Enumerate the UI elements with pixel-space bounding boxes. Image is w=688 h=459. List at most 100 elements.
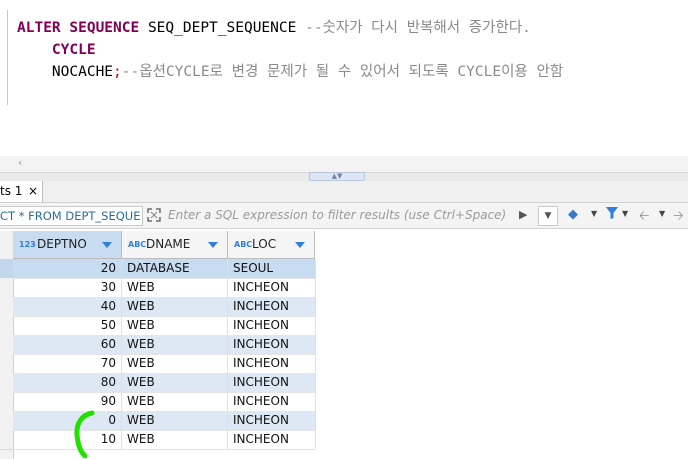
row-number-cell[interactable] bbox=[0, 335, 13, 355]
cell-loc-value: SEOUL bbox=[233, 261, 274, 275]
column-header-deptno[interactable]: 123 DEPTNO bbox=[13, 231, 122, 259]
column-header-label: DNAME bbox=[146, 237, 191, 251]
cell-dname-value: DATABASE bbox=[127, 261, 190, 275]
sql-text: NOCACHE bbox=[51, 64, 114, 80]
chevron-down-icon[interactable]: ▼ bbox=[659, 209, 665, 218]
sql-code[interactable]: ALTER SEQUENCE SEQ_DEPT_SEQUENCE --숫자가 다… bbox=[17, 17, 563, 83]
column-header-label: DEPTNO bbox=[37, 237, 87, 251]
table-row[interactable]: 0 WEB INCHEON bbox=[13, 411, 316, 431]
cell-loc[interactable]: INCHEON bbox=[228, 430, 316, 449]
row-number-cell[interactable] bbox=[0, 411, 13, 431]
chevron-down-icon[interactable] bbox=[102, 242, 112, 248]
chevron-down-icon[interactable] bbox=[295, 242, 305, 248]
cell-dname[interactable]: WEB bbox=[122, 392, 228, 411]
row-number-cell[interactable] bbox=[0, 316, 13, 336]
row-number-cell[interactable] bbox=[0, 278, 13, 298]
cell-dname-value: WEB bbox=[127, 318, 155, 332]
eraser-icon[interactable]: ◆ bbox=[568, 207, 578, 222]
editor-horizontal-scrollbar[interactable] bbox=[0, 156, 688, 172]
row-number-cell[interactable] bbox=[0, 373, 13, 393]
expand-icon[interactable] bbox=[146, 207, 162, 223]
results-grid[interactable]: 123 DEPTNO ABC DNAME ABC LOC 20 DATABASE S… bbox=[0, 231, 688, 459]
table-row[interactable]: 90 WEB INCHEON bbox=[13, 392, 316, 412]
text-type-icon: ABC bbox=[128, 240, 147, 249]
table-row[interactable]: 60 WEB INCHEON bbox=[13, 335, 316, 355]
cell-loc[interactable]: INCHEON bbox=[228, 411, 316, 430]
cell-dname[interactable]: WEB bbox=[122, 411, 228, 430]
scroll-left-icon[interactable]: ‹ bbox=[18, 156, 22, 169]
cell-dname[interactable]: WEB bbox=[122, 430, 228, 449]
cell-deptno-value: 90 bbox=[100, 394, 116, 408]
table-row[interactable]: 70 WEB INCHEON bbox=[13, 354, 316, 374]
row-number-cell[interactable] bbox=[0, 297, 13, 317]
cell-deptno[interactable]: 60 bbox=[13, 335, 122, 354]
cell-deptno[interactable]: 70 bbox=[13, 354, 122, 373]
funnel-icon[interactable] bbox=[605, 206, 619, 220]
cell-dname[interactable]: WEB bbox=[122, 354, 228, 373]
table-row[interactable]: 10 WEB INCHEON bbox=[13, 430, 316, 450]
table-row[interactable]: 20 DATABASE SEOUL bbox=[13, 259, 316, 279]
cell-dname-value: WEB bbox=[127, 280, 155, 294]
cell-dname[interactable]: WEB bbox=[122, 335, 228, 354]
arrow-left-icon[interactable]: 🡠 bbox=[639, 207, 650, 229]
chevron-down-icon[interactable]: ▼ bbox=[591, 209, 597, 218]
history-dropdown[interactable]: ▼ bbox=[538, 206, 558, 226]
cell-dname-value: WEB bbox=[127, 394, 155, 408]
cell-loc-value: INCHEON bbox=[233, 337, 289, 351]
cell-loc[interactable]: INCHEON bbox=[228, 373, 316, 392]
cell-deptno-value: 10 bbox=[100, 432, 116, 446]
cell-loc[interactable]: INCHEON bbox=[228, 297, 316, 316]
cell-deptno[interactable]: 0 bbox=[13, 411, 122, 430]
cell-loc[interactable]: INCHEON bbox=[228, 335, 316, 354]
sql-editor[interactable]: ALTER SEQUENCE SEQ_DEPT_SEQUENCE --숫자가 다… bbox=[0, 0, 688, 158]
close-icon[interactable]: × bbox=[28, 181, 38, 202]
cell-loc[interactable]: INCHEON bbox=[228, 316, 316, 335]
play-icon[interactable]: ▶ bbox=[519, 208, 527, 221]
query-text-field[interactable]: CT * FROM DEPT_SEQUEN bbox=[0, 206, 143, 226]
splitter-handle-icon[interactable]: ▲▼ bbox=[309, 172, 365, 181]
cell-deptno[interactable]: 30 bbox=[13, 278, 122, 297]
table-row[interactable]: 80 WEB INCHEON bbox=[13, 373, 316, 393]
filter-expression-input[interactable]: Enter a SQL expression to filter results… bbox=[166, 206, 516, 224]
hand-drawn-bracket bbox=[74, 410, 95, 459]
sql-keyword: ALTER SEQUENCE bbox=[17, 20, 140, 36]
cell-deptno-value: 70 bbox=[100, 356, 116, 370]
column-header-loc[interactable]: ABC LOC bbox=[228, 231, 315, 259]
cell-dname[interactable]: WEB bbox=[122, 373, 228, 392]
cell-deptno-value: 60 bbox=[100, 337, 116, 351]
cell-loc-value: INCHEON bbox=[233, 299, 289, 313]
row-number-cell[interactable] bbox=[0, 354, 13, 374]
cell-dname[interactable]: WEB bbox=[122, 297, 228, 316]
chevron-down-icon[interactable] bbox=[208, 242, 218, 248]
row-number-cell[interactable] bbox=[0, 259, 13, 279]
cell-deptno[interactable]: 50 bbox=[13, 316, 122, 335]
text-type-icon: ABC bbox=[234, 240, 253, 249]
arrow-right-icon[interactable]: 🡢 bbox=[673, 207, 684, 229]
cell-deptno[interactable]: 40 bbox=[13, 297, 122, 316]
sql-text: SEQ_DEPT_SEQUENCE bbox=[139, 20, 306, 36]
cell-deptno[interactable]: 80 bbox=[13, 373, 122, 392]
row-number-cell[interactable] bbox=[0, 430, 13, 450]
cell-loc[interactable]: INCHEON bbox=[228, 278, 316, 297]
cell-deptno[interactable]: 90 bbox=[13, 392, 122, 411]
table-row[interactable]: 50 WEB INCHEON bbox=[13, 316, 316, 336]
cell-deptno[interactable]: 10 bbox=[13, 430, 122, 449]
cell-loc-value: INCHEON bbox=[233, 413, 289, 427]
cell-dname[interactable]: WEB bbox=[122, 278, 228, 297]
cell-deptno[interactable]: 20 bbox=[13, 259, 122, 278]
cell-dname[interactable]: WEB bbox=[122, 316, 228, 335]
chevron-down-icon[interactable]: ▼ bbox=[622, 209, 628, 218]
cell-loc[interactable]: INCHEON bbox=[228, 354, 316, 373]
cell-dname[interactable]: DATABASE bbox=[122, 259, 228, 278]
table-row[interactable]: 40 WEB INCHEON bbox=[13, 297, 316, 317]
column-header-dname[interactable]: ABC DNAME bbox=[122, 231, 228, 259]
table-row[interactable]: 30 WEB INCHEON bbox=[13, 278, 316, 298]
row-number-cell[interactable] bbox=[0, 392, 13, 412]
sql-indent bbox=[17, 42, 52, 58]
cell-loc-value: INCHEON bbox=[233, 318, 289, 332]
cell-loc[interactable]: SEOUL bbox=[228, 259, 316, 278]
column-header-label: LOC bbox=[252, 237, 277, 251]
tab-results[interactable]: ts 1 × bbox=[0, 181, 43, 202]
cell-dname-value: WEB bbox=[127, 432, 155, 446]
cell-loc[interactable]: INCHEON bbox=[228, 392, 316, 411]
